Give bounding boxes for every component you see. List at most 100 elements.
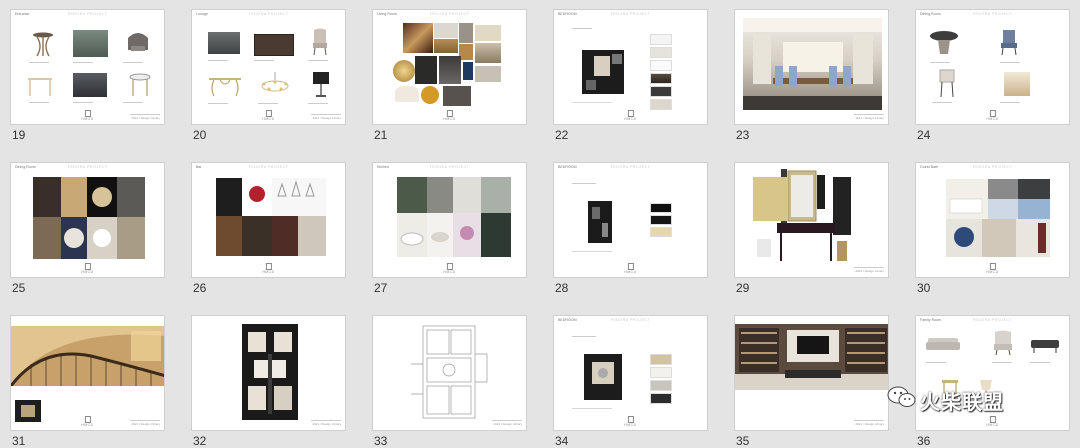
vanity-photo xyxy=(753,169,853,265)
slide-number: 23 xyxy=(736,128,750,142)
logo: HMCD xyxy=(624,110,636,121)
sideboard-image xyxy=(254,34,294,56)
slide-footer: 2021 / Design Library xyxy=(131,116,160,120)
slide-number: 36 xyxy=(917,434,931,448)
mood-photo xyxy=(459,44,473,60)
item-label xyxy=(1000,62,1020,63)
material-swatch xyxy=(650,203,672,213)
slide-thumbnail-30[interactable]: Guest Bath FEDORA PROJECT HMCD xyxy=(915,162,1070,278)
slide-thumbnail-34[interactable]: BEDROOM FEDORA PROJECT HMCD xyxy=(553,315,708,431)
item-label xyxy=(1030,362,1050,363)
table-image xyxy=(928,28,960,56)
slide-footer: 2021 / Design Library xyxy=(855,116,884,120)
slide-title: FEDORA PROJECT xyxy=(972,12,1013,16)
bar-stool-image xyxy=(938,68,956,98)
slide-thumbnail-24[interactable]: Dining Room FEDORA PROJECT HMCD xyxy=(915,9,1070,125)
material-swatch xyxy=(650,393,672,404)
item-label xyxy=(123,102,143,103)
round-table-image xyxy=(128,72,152,98)
slide-thumbnail-19[interactable]: Entrance FEDORA PROJECT HMCD 2021 / Desi… xyxy=(10,9,165,125)
slide-thumbnail-21[interactable]: Living Room FEDORA PROJECT HMCD xyxy=(372,9,527,125)
mood-photo xyxy=(443,86,471,106)
dining-table-image xyxy=(208,76,242,98)
slide-thumbnail-23[interactable]: 2021 / Design Library xyxy=(734,9,889,125)
material-swatch xyxy=(650,227,672,237)
item-label xyxy=(254,60,274,61)
item-label xyxy=(308,60,328,61)
slide-number: 22 xyxy=(555,128,569,142)
slide-thumbnail-25[interactable]: Dining Room FEDORA PROJECT HMCD xyxy=(10,162,165,278)
mood-photo xyxy=(421,86,439,104)
floor-plan xyxy=(242,324,298,420)
room-notes xyxy=(572,183,596,184)
slide-title: FEDORA PROJECT xyxy=(610,165,651,169)
logo: HMCD xyxy=(262,110,274,121)
slide-thumbnail-33[interactable]: 2021 / Design Library xyxy=(372,315,527,431)
mood-photo xyxy=(415,56,437,84)
slide-thumbnail-20[interactable]: Lounge FEDORA PROJECT HMCD 2021 / Design… xyxy=(191,9,346,125)
item-label xyxy=(208,60,228,61)
slide-number: 27 xyxy=(374,281,388,295)
floor-plan xyxy=(588,201,612,243)
item-label xyxy=(123,62,143,63)
logo: HMCD xyxy=(624,263,636,274)
mood-photo xyxy=(403,23,433,53)
slide-number: 33 xyxy=(374,434,388,448)
slide-title: FEDORA PROJECT xyxy=(610,12,651,16)
slide-number: 21 xyxy=(374,128,388,142)
logo: HMCD xyxy=(81,110,93,121)
slide-thumbnail-35[interactable]: 2021 / Design Library xyxy=(734,315,889,431)
item-label xyxy=(73,102,93,103)
item-label xyxy=(930,62,950,63)
slide-footer: 2021 / Design Library xyxy=(312,116,341,120)
material-swatch xyxy=(650,380,672,391)
slide-thumbnail-28[interactable]: BEDROOM FEDORA PROJECT HMCD xyxy=(553,162,708,278)
slide-title: FEDORA PROJECT xyxy=(972,318,1013,322)
slide-title: FEDORA PROJECT xyxy=(67,12,108,16)
chair-image xyxy=(310,28,330,56)
slide-sorter-view: { "slides": [ {"num":"19","title":"FEDOR… xyxy=(0,0,1080,448)
line-drawing-plan xyxy=(409,324,489,420)
material-swatch xyxy=(650,86,672,97)
slide-thumbnail-27[interactable]: Kitchen FEDORA PROJECT HMCD xyxy=(372,162,527,278)
furniture-photo xyxy=(73,30,108,57)
mood-photo xyxy=(463,62,473,80)
slide-thumbnail-31[interactable]: HMCD 2021 / Design Library xyxy=(10,315,165,431)
logo: HMCD xyxy=(986,263,998,274)
slide-number: 28 xyxy=(555,281,569,295)
item-label xyxy=(29,62,49,63)
item-label xyxy=(1000,102,1020,103)
material-swatch xyxy=(650,354,672,365)
item-label xyxy=(932,102,952,103)
ottoman-image xyxy=(1030,338,1060,354)
watermark-text: 火柴联盟 xyxy=(920,392,1004,414)
slide-title: FEDORA PROJECT xyxy=(248,12,289,16)
divider xyxy=(572,102,612,103)
chandelier-photo xyxy=(1004,72,1030,96)
mood-photo xyxy=(434,23,458,38)
item-label xyxy=(926,362,946,363)
logo: HMCD xyxy=(262,263,274,274)
lamp-image xyxy=(310,70,332,98)
console-table-image xyxy=(31,32,55,58)
logo: HMCD xyxy=(81,416,93,427)
slide-thumbnail-26[interactable]: Bar FEDORA PROJECT HMCD xyxy=(191,162,346,278)
material-swatch xyxy=(650,34,672,45)
tableware-collage xyxy=(33,177,145,259)
armchair-image xyxy=(124,28,152,56)
kitchen-collage xyxy=(397,177,511,257)
bath-collage xyxy=(946,179,1050,257)
divider xyxy=(572,251,612,252)
slide-footer: 2021 / Design Library xyxy=(855,269,884,273)
sofa-image xyxy=(926,334,960,354)
logo: HMCD xyxy=(624,416,636,427)
slide-thumbnail-22[interactable]: BEDROOM FEDORA PROJECT HMCD xyxy=(553,9,708,125)
slide-number: 32 xyxy=(193,434,207,448)
material-swatch xyxy=(650,215,672,225)
room-notes xyxy=(572,28,592,29)
slide-number: 25 xyxy=(12,281,26,295)
slide-thumbnail-32[interactable]: 2021 / Design Library xyxy=(191,315,346,431)
wechat-icon xyxy=(887,385,917,409)
slide-thumbnail-29[interactable]: 2021 / Design Library xyxy=(734,162,889,278)
logo: HMCD xyxy=(986,110,998,121)
